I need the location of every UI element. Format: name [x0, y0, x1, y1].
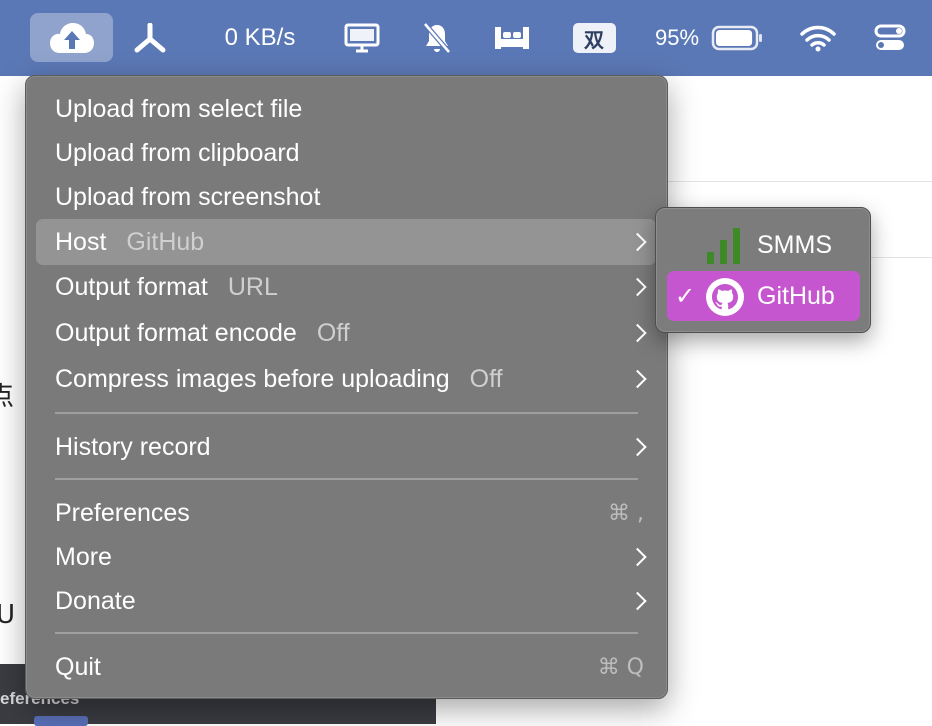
menu-bar: 0 KB/s 双 95%: [0, 0, 932, 76]
menu-item-output-format[interactable]: Output format URL: [36, 265, 656, 309]
menu-item-label: Compress images before uploading: [55, 364, 450, 393]
menu-item-label: More: [55, 542, 112, 571]
control-center-icon[interactable]: [870, 0, 910, 76]
menu-item-preferences[interactable]: Preferences ⌘ ,: [36, 491, 656, 535]
display-icon[interactable]: [340, 0, 384, 76]
menu-item-upload-file[interactable]: Upload from select file: [36, 87, 656, 131]
menu-item-label: Donate: [55, 586, 136, 615]
background-text: U: [0, 600, 16, 630]
menu-separator: [55, 478, 638, 480]
host-option-smms[interactable]: SMMS: [667, 220, 860, 270]
menu-item-label: Preferences: [55, 498, 190, 527]
menu-item-compress-images[interactable]: Compress images before uploading Off: [36, 357, 656, 401]
submenu-item-label: SMMS: [757, 230, 832, 259]
battery-percent[interactable]: 95%: [648, 0, 706, 76]
smms-bar: [720, 240, 727, 264]
app-dropdown-menu: Upload from select file Upload from clip…: [25, 75, 668, 699]
menu-separator: [55, 632, 638, 634]
chevron-right-icon: [628, 437, 647, 457]
submenu-item-label: GitHub: [757, 281, 835, 310]
network-icon[interactable]: [126, 0, 174, 76]
checkmark-icon: ✓: [675, 282, 696, 310]
output-encode-value: Off: [316, 318, 350, 347]
input-method-indicator[interactable]: 双: [571, 0, 617, 76]
cloud-upload-icon[interactable]: [30, 0, 113, 76]
menu-item-more[interactable]: More: [36, 535, 656, 579]
menu-item-quit[interactable]: Quit ⌘ Q: [36, 645, 656, 689]
menu-item-label: History record: [55, 432, 211, 461]
menu-item-label: Upload from clipboard: [55, 138, 300, 167]
menu-item-label: Quit: [55, 652, 101, 681]
host-option-github[interactable]: ✓ GitHub: [667, 271, 860, 321]
smms-bar: [733, 228, 740, 264]
menu-item-label: Host: [55, 227, 107, 256]
input-method-label: 双: [572, 23, 616, 53]
battery-icon[interactable]: [710, 0, 764, 76]
smms-bars-icon: [707, 228, 740, 264]
github-icon: [706, 278, 744, 316]
wifi-icon[interactable]: [798, 0, 838, 76]
menu-item-host[interactable]: Host GitHub: [36, 219, 656, 265]
quit-shortcut: ⌘ Q: [597, 654, 644, 680]
background-text: 点: [0, 382, 15, 412]
host-value: GitHub: [126, 227, 205, 256]
compress-value: Off: [469, 364, 503, 393]
chevron-right-icon: [628, 369, 647, 389]
menu-item-donate[interactable]: Donate: [36, 579, 656, 623]
menu-item-upload-clipboard[interactable]: Upload from clipboard: [36, 131, 656, 175]
menu-item-label: Output format: [55, 272, 208, 301]
battery-percent-label: 95%: [654, 25, 700, 50]
network-speed-label: 0 KB/s: [224, 24, 296, 51]
network-speed[interactable]: 0 KB/s: [210, 0, 310, 76]
chevron-right-icon: [628, 323, 647, 343]
menu-item-label: Upload from screenshot: [55, 182, 321, 211]
chevron-right-icon: [628, 277, 647, 297]
menu-separator: [55, 412, 638, 414]
bed-icon[interactable]: [490, 0, 534, 76]
preferences-shortcut: ⌘ ,: [608, 500, 644, 526]
background-tab: [34, 716, 88, 726]
chevron-right-icon: [628, 591, 647, 611]
menu-item-label: Upload from select file: [55, 94, 303, 123]
host-submenu: SMMS ✓ GitHub: [655, 207, 871, 333]
background-divider: [666, 181, 932, 182]
menu-item-output-format-encode[interactable]: Output format encode Off: [36, 311, 656, 355]
chevron-right-icon: [628, 547, 647, 567]
menu-item-history-record[interactable]: History record: [36, 425, 656, 469]
chevron-right-icon: [628, 232, 647, 252]
mute-icon[interactable]: [418, 0, 456, 76]
smms-bar: [707, 252, 714, 264]
battery-fill: [716, 30, 753, 46]
background-divider: [870, 257, 932, 258]
output-format-value: URL: [227, 272, 278, 301]
menu-item-upload-screenshot[interactable]: Upload from screenshot: [36, 175, 656, 219]
menu-item-label: Output format encode: [55, 318, 297, 347]
